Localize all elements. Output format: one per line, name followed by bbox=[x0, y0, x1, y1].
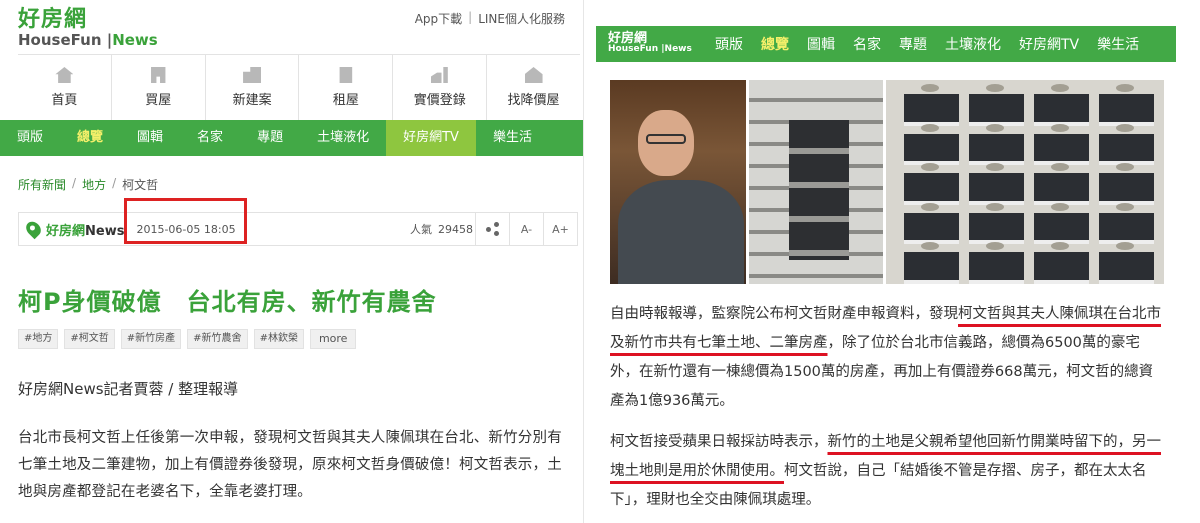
logo-en-sub: News bbox=[112, 31, 158, 49]
main-nav: 首頁 買屋 新建案 租屋 實價登錄 找降價屋 bbox=[18, 54, 580, 120]
tag-item[interactable]: #新竹農舍 bbox=[187, 329, 248, 349]
nav-price-registry[interactable]: 實價登錄 bbox=[392, 55, 486, 120]
views-label: 人氣 bbox=[410, 223, 432, 236]
tab-front-page[interactable]: 頭版 bbox=[706, 34, 752, 54]
housefun-news-logo[interactable]: 好房網 HouseFun |News bbox=[18, 8, 188, 50]
body-paragraph-1: 自由時報報導，監察院公布柯文哲財產申報資料，發現柯文哲與其夫人陳佩琪在台北市及新… bbox=[610, 300, 1166, 416]
breadcrumb-all-news[interactable]: 所有新聞 bbox=[18, 176, 66, 193]
article-photo bbox=[610, 80, 1164, 284]
divider: | bbox=[468, 10, 473, 24]
tab-gallery[interactable]: 圖輯 bbox=[120, 120, 180, 156]
font-increase-button[interactable]: A+ bbox=[543, 213, 577, 245]
tab-lifestyle[interactable]: 樂生活 bbox=[1088, 34, 1148, 54]
tab-columnists[interactable]: 名家 bbox=[844, 34, 890, 54]
views-number: 29458 bbox=[438, 223, 473, 236]
tab-front-page[interactable]: 頭版 bbox=[0, 120, 60, 156]
section-nav: 頭版 總覽 圖輯 名家 專題 土壤液化 好房網TV 樂生活 bbox=[0, 120, 583, 156]
portrait-body bbox=[618, 180, 744, 284]
date-highlight-box bbox=[124, 198, 247, 244]
source-label: 好房網News bbox=[46, 220, 124, 239]
nav-rent[interactable]: 租屋 bbox=[298, 55, 392, 120]
line-service-link[interactable]: LINE個人化服務 bbox=[478, 10, 565, 27]
building-windows bbox=[904, 84, 1154, 284]
tag-item[interactable]: #林欽榮 bbox=[253, 329, 304, 349]
more-tags-button[interactable]: more bbox=[309, 329, 357, 349]
logo-en-main: HouseFun bbox=[18, 31, 102, 49]
right-section-nav: 好房網 HouseFun |News 頭版 總覽 圖輯 名家 專題 土壤液化 好… bbox=[596, 26, 1176, 62]
view-count: 人氣 29458 bbox=[410, 221, 473, 237]
nav-buy[interactable]: 買屋 bbox=[110, 55, 205, 120]
article-meta-bar: 好房網News 2015-06-05 18:05 人氣 29458 A- A+ bbox=[18, 212, 578, 246]
house-icon bbox=[151, 67, 166, 83]
tag-list: #地方 #柯文哲 #新竹房產 #新竹農舍 #林欽榮 more bbox=[18, 329, 357, 349]
location-pin-icon bbox=[23, 218, 44, 240]
rent-icon bbox=[339, 67, 353, 83]
reporter-byline: 好房網News記者賈蓉 / 整理報導 bbox=[18, 380, 239, 398]
share-icon bbox=[485, 222, 500, 236]
nav-home[interactable]: 首頁 bbox=[18, 55, 111, 120]
tag-item[interactable]: #柯文哲 bbox=[64, 329, 115, 349]
p2-text-a: 柯文哲接受蘋果日報採訪時表示， bbox=[610, 434, 828, 450]
tab-features[interactable]: 專題 bbox=[890, 34, 936, 54]
logo-en-sub: News bbox=[664, 44, 692, 54]
app-download-link[interactable]: App下載 bbox=[415, 10, 462, 27]
building-icon bbox=[243, 67, 262, 83]
photo-building-facade bbox=[886, 80, 1164, 284]
logo-en: HouseFun |News bbox=[18, 31, 158, 49]
breadcrumb-local[interactable]: 地方 bbox=[82, 176, 106, 193]
tag-item[interactable]: #新竹房產 bbox=[120, 329, 182, 349]
nav-label: 買屋 bbox=[145, 93, 172, 108]
photo-portrait bbox=[610, 80, 746, 284]
tab-soil-liquefaction[interactable]: 土壤液化 bbox=[936, 34, 1010, 54]
housefun-news-logo-small[interactable]: 好房網 HouseFun |News bbox=[596, 31, 706, 55]
nav-price-drop[interactable]: 找降價屋 bbox=[486, 55, 580, 120]
tab-overview[interactable]: 總覽 bbox=[752, 34, 798, 54]
source-name: 好房網 bbox=[46, 223, 86, 239]
p1-text-a: 自由時報報導，監察院公布柯文哲財產申報資料，發現 bbox=[610, 306, 958, 322]
tab-gallery[interactable]: 圖輯 bbox=[798, 34, 844, 54]
article-body: 自由時報報導，監察院公布柯文哲財產申報資料，發現柯文哲與其夫人陳佩琪在台北市及新… bbox=[610, 300, 1166, 523]
logo-cn: 好房網 bbox=[608, 31, 648, 46]
nav-label: 實價登錄 bbox=[413, 93, 466, 108]
nav-label: 新建案 bbox=[232, 93, 272, 108]
breadcrumb-separator: / bbox=[112, 176, 117, 190]
tab-columnists[interactable]: 名家 bbox=[180, 120, 240, 156]
article-lead-paragraph: 台北市長柯文哲上任後第一次申報，發現柯文哲與其夫人陳佩琪在台北、新竹分別有七筆土… bbox=[18, 430, 562, 500]
logo-en: HouseFun |News bbox=[608, 44, 692, 54]
portrait-glasses bbox=[646, 134, 686, 144]
nav-new-projects[interactable]: 新建案 bbox=[204, 55, 299, 120]
nav-label: 首頁 bbox=[51, 93, 78, 108]
breadcrumb-separator: / bbox=[72, 176, 77, 190]
home-icon bbox=[55, 67, 74, 83]
tag-item[interactable]: #地方 bbox=[18, 329, 59, 349]
tab-housefun-tv[interactable]: 好房網TV bbox=[1010, 34, 1088, 54]
left-article-panel: 好房網 HouseFun |News App下載 | LINE個人化服務 首頁 … bbox=[0, 0, 584, 523]
discount-house-icon bbox=[524, 67, 543, 83]
chart-icon bbox=[430, 67, 448, 83]
breadcrumb-current: 柯文哲 bbox=[122, 178, 159, 192]
tab-features[interactable]: 專題 bbox=[240, 120, 300, 156]
logo-cn: 好房網 bbox=[18, 7, 88, 32]
right-article-panel: 好房網 HouseFun |News 頭版 總覽 圖輯 名家 專題 土壤液化 好… bbox=[596, 0, 1200, 523]
font-decrease-button[interactable]: A- bbox=[509, 213, 543, 245]
tab-housefun-tv[interactable]: 好房網TV bbox=[386, 120, 476, 156]
share-button[interactable] bbox=[475, 213, 509, 245]
article-title: 柯P身價破億 台北有房、新竹有農舍 bbox=[18, 288, 437, 316]
logo-en-main: HouseFun bbox=[608, 44, 659, 54]
tab-soil-liquefaction[interactable]: 土壤液化 bbox=[300, 120, 386, 156]
photo-building-side bbox=[749, 80, 883, 284]
nav-label: 租屋 bbox=[332, 93, 359, 108]
tab-lifestyle[interactable]: 樂生活 bbox=[476, 120, 549, 156]
body-paragraph-2: 柯文哲接受蘋果日報採訪時表示，新竹的土地是父親希望他回新竹開業時留下的，另一塊土… bbox=[610, 428, 1166, 515]
nav-label: 找降價屋 bbox=[507, 93, 560, 108]
breadcrumb: 所有新聞 / 地方 / 柯文哲 bbox=[18, 176, 158, 193]
tab-overview[interactable]: 總覽 bbox=[60, 120, 120, 156]
source-suffix: News bbox=[85, 223, 125, 239]
top-links: App下載 | LINE個人化服務 bbox=[415, 10, 565, 27]
